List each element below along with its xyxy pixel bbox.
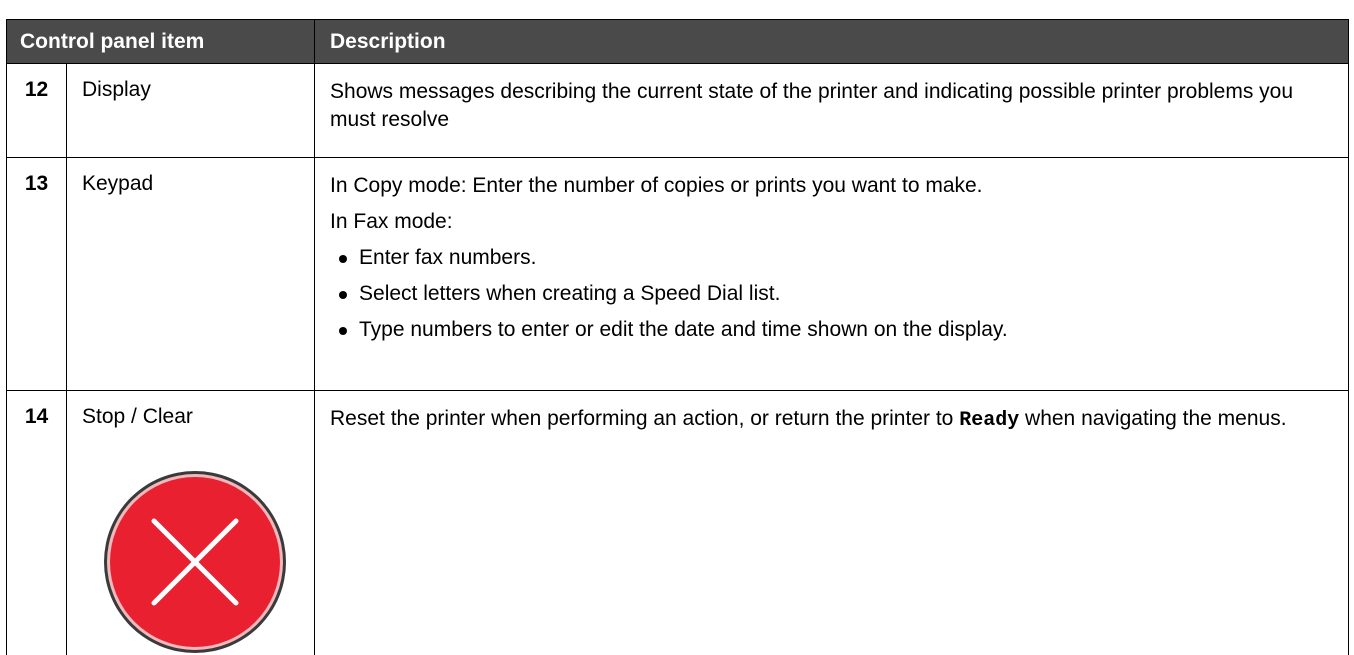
item-number: 13 (7, 158, 67, 391)
item-description: Reset the printer when performing an act… (315, 391, 1349, 655)
ready-code: Ready (959, 409, 1019, 432)
item-name: Stop / Clear (82, 405, 193, 428)
fax-mode-list: Enter fax numbers. Select letters when c… (330, 244, 1328, 344)
item-name: Keypad (67, 158, 315, 391)
item-name-cell: Stop / Clear (67, 391, 315, 655)
item-number: 12 (7, 64, 67, 158)
table-row: 13 Keypad In Copy mode: Enter the number… (7, 158, 1349, 391)
fax-mode-intro: In Fax mode: (330, 208, 1328, 236)
table-row: 14 Stop / Clear Reset the printer when p… (7, 391, 1349, 655)
item-description: In Copy mode: Enter the number of copies… (315, 158, 1349, 391)
header-control-panel-item: Control panel item (7, 20, 315, 64)
control-panel-table: Control panel item Description 12 Displa… (6, 19, 1349, 655)
stop-clear-icon (102, 469, 288, 655)
item-description: Shows messages describing the current st… (315, 64, 1349, 158)
table-header-row: Control panel item Description (7, 20, 1349, 64)
list-item: Type numbers to enter or edit the date a… (337, 316, 1328, 344)
item-number: 14 (7, 391, 67, 655)
stop-description-before: Reset the printer when performing an act… (330, 407, 959, 430)
table-row: 12 Display Shows messages describing the… (7, 64, 1349, 158)
header-description: Description (315, 20, 1349, 64)
list-item: Select letters when creating a Speed Dia… (337, 280, 1328, 308)
stop-description-after: when navigating the menus. (1019, 407, 1286, 430)
item-name: Display (67, 64, 315, 158)
copy-mode-text: In Copy mode: Enter the number of copies… (330, 172, 1328, 200)
list-item: Enter fax numbers. (337, 244, 1328, 272)
